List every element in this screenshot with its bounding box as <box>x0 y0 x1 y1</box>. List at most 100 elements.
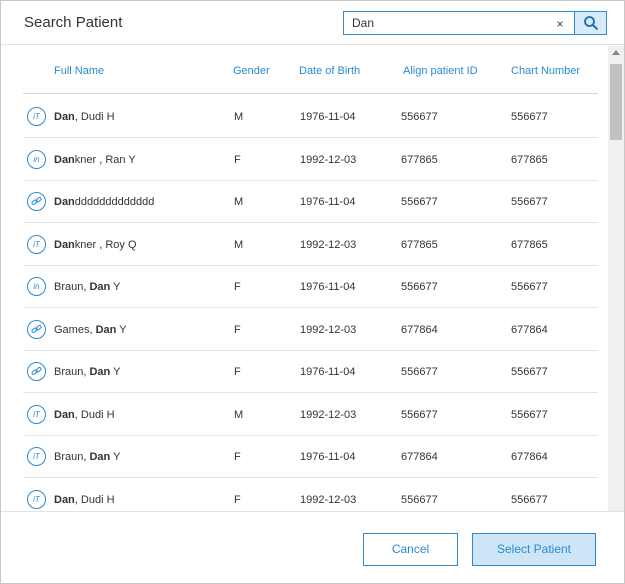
patient-full-name: Games, Dan Y <box>54 324 127 336</box>
patient-chart-number: 556677 <box>511 366 548 378</box>
name-match-highlight: Dan <box>89 281 111 293</box>
patient-gender: F <box>234 451 241 463</box>
name-rest: Y <box>110 281 121 293</box>
name-match-highlight: Dan <box>54 153 75 166</box>
iT-icon: iT <box>27 447 46 466</box>
patient-align-id: 677865 <box>401 238 438 251</box>
column-header-full-name[interactable]: Full Name <box>54 65 104 77</box>
name-prefix: Games, <box>54 323 96 336</box>
patient-chart-number: 677865 <box>511 153 548 166</box>
patient-chart-number: 556677 <box>511 281 548 293</box>
iT-icon: iT <box>27 489 46 509</box>
name-rest: ddddddddddddd <box>74 196 155 208</box>
iT-icon: iT <box>27 107 46 126</box>
patient-date-of-birth: 1976-11-04 <box>300 111 356 123</box>
table-row[interactable]: iT Dan, Dudi H M 1992-12-03 556677 556677 <box>23 393 598 436</box>
patient-date-of-birth: 1992-12-03 <box>300 238 357 251</box>
patient-full-name: Dan, Dudi H <box>54 494 115 506</box>
table-row[interactable]: Braun, Dan Y F 1976-11-04 556677 556677 <box>23 350 598 393</box>
column-header-gender[interactable]: Gender <box>233 65 270 77</box>
name-rest: kner , Ran Y <box>74 153 136 166</box>
patient-chart-number: 556677 <box>511 111 548 123</box>
patient-full-name: Dankner , Roy Q <box>54 239 137 251</box>
patient-chart-number: 677865 <box>511 238 548 251</box>
in-icon: in <box>27 149 46 169</box>
name-rest: Y <box>110 451 121 463</box>
name-match-highlight: Dan <box>54 493 75 506</box>
patient-chart-number: 677864 <box>511 323 548 336</box>
name-match-highlight: Dan <box>89 366 111 378</box>
link-icon <box>27 192 46 211</box>
column-header-align-patient-id[interactable]: Align patient ID <box>403 65 478 77</box>
patient-full-name: Dan, Dudi H <box>54 111 115 123</box>
dialog-title: Search Patient <box>24 14 123 31</box>
patient-align-id: 556677 <box>401 111 438 123</box>
patient-date-of-birth: 1976-11-04 <box>300 451 356 463</box>
patient-align-id: 677864 <box>401 323 438 336</box>
patient-gender: M <box>234 111 244 123</box>
name-rest: Y <box>116 323 127 336</box>
table-row[interactable]: in Dankner , Ran Y F 1992-12-03 677865 677865 <box>23 138 598 181</box>
table-row[interactable]: in Braun, Dan Y F 1976-11-04 556677 556677 <box>23 265 598 308</box>
link-icon <box>27 362 46 381</box>
patient-table: Full Name Gender Date of Birth Align pat… <box>1 46 608 511</box>
name-rest: , Dudi H <box>74 493 115 506</box>
patient-align-id: 677864 <box>401 451 438 463</box>
scroll-thumb[interactable] <box>610 64 622 140</box>
dialog-footer: Cancel Select Patient <box>1 511 624 583</box>
patient-gender: M <box>234 408 244 421</box>
name-match-highlight: Dan <box>54 196 75 208</box>
patient-date-of-birth: 1992-12-03 <box>300 408 357 421</box>
name-prefix: Braun, <box>54 451 90 463</box>
name-match-highlight: Dan <box>54 408 75 421</box>
search-button[interactable] <box>574 12 606 34</box>
patient-chart-number: 677864 <box>511 451 548 463</box>
search-box: × <box>343 11 607 35</box>
patient-align-id: 556677 <box>401 493 438 506</box>
table-row[interactable]: iT Braun, Dan Y F 1976-11-04 677864 677864 <box>23 435 598 478</box>
name-match-highlight: Dan <box>54 111 75 123</box>
patient-full-name: Braun, Dan Y <box>54 366 120 378</box>
patient-full-name: Braun, Dan Y <box>54 451 120 463</box>
table-row[interactable]: iT Dankner , Roy Q M 1992-12-03 677865 677865 <box>23 223 598 266</box>
in-icon: in <box>27 277 46 296</box>
patient-date-of-birth: 1976-11-04 <box>300 366 356 378</box>
patient-gender: F <box>234 153 241 166</box>
link-icon <box>27 319 46 339</box>
name-match-highlight: Dan <box>54 238 75 251</box>
patient-align-id: 556677 <box>401 366 438 378</box>
name-match-highlight: Dan <box>89 451 111 463</box>
table-row[interactable]: Danddddddddddddd M 1976-11-04 556677 556677 <box>23 180 598 223</box>
column-header-chart-number[interactable]: Chart Number <box>511 65 580 77</box>
search-input[interactable] <box>344 12 544 34</box>
dialog-header: Search Patient × <box>1 1 624 45</box>
select-patient-button[interactable]: Select Patient <box>472 533 596 566</box>
cancel-button[interactable]: Cancel <box>363 533 458 566</box>
patient-gender: F <box>234 366 241 378</box>
patient-date-of-birth: 1992-12-03 <box>300 153 357 166</box>
patient-date-of-birth: 1976-11-04 <box>300 196 356 208</box>
table-scrollbar[interactable] <box>608 46 624 511</box>
patient-align-id: 556677 <box>401 196 438 208</box>
name-match-highlight: Dan <box>95 323 117 336</box>
patient-chart-number: 556677 <box>511 196 548 208</box>
table-row[interactable]: iT Dan, Dudi H M 1976-11-04 556677 556677 <box>23 95 598 138</box>
patient-chart-number: 556677 <box>511 493 548 506</box>
name-rest: kner , Roy Q <box>74 238 137 251</box>
patient-date-of-birth: 1992-12-03 <box>300 493 357 506</box>
iT-icon: iT <box>27 234 46 254</box>
scroll-up-arrow-icon[interactable] <box>612 50 620 55</box>
clear-search-button[interactable]: × <box>552 16 568 32</box>
patient-gender: F <box>234 493 241 506</box>
patient-align-id: 677865 <box>401 153 438 166</box>
patient-full-name: Dankner , Ran Y <box>54 154 136 166</box>
name-prefix: Braun, <box>54 281 90 293</box>
table-row[interactable]: Games, Dan Y F 1992-12-03 677864 677864 <box>23 308 598 351</box>
column-header-date-of-birth[interactable]: Date of Birth <box>299 65 360 77</box>
patient-gender: F <box>234 281 241 293</box>
patient-gender: F <box>234 323 241 336</box>
search-icon <box>583 16 598 31</box>
name-prefix: Braun, <box>54 366 90 378</box>
patient-gender: M <box>234 196 244 208</box>
table-row[interactable]: iT Dan, Dudi H F 1992-12-03 556677 556677 <box>23 478 598 512</box>
